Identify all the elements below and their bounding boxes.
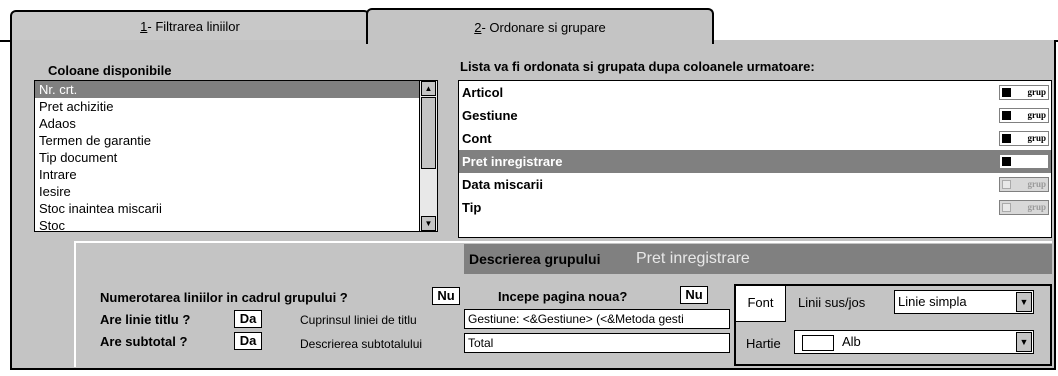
group-toggle-label: grup — [1027, 156, 1046, 166]
list-item[interactable]: Nr. crt. — [35, 81, 419, 98]
ordered-columns-grid[interactable]: Articol grup Gestiune grup Cont grup Pret inre… — [458, 80, 1052, 238]
list-item[interactable]: Termen de garantie — [35, 132, 419, 149]
chevron-down-icon[interactable]: ▼ — [1016, 332, 1032, 352]
tab-number: 1 — [140, 18, 148, 34]
subtotal-desc-label: Descrierea subtotalului — [300, 337, 423, 351]
list-item[interactable]: Intrare — [35, 166, 419, 183]
new-page-question: Incepe pagina noua? — [498, 289, 628, 304]
list-item[interactable]: Pret achizitie — [35, 98, 419, 115]
subtotal-toggle[interactable]: Da — [234, 332, 262, 350]
group-toggle-label: grup — [1027, 202, 1046, 212]
grid-row[interactable]: Articol grup — [459, 81, 1051, 104]
tab-number: 2 — [474, 19, 482, 35]
lines-select-value: Linie simpla — [898, 294, 967, 309]
title-content-label: Cuprinsul liniei de titlu — [300, 313, 417, 327]
group-toggle-label: grup — [1027, 110, 1046, 120]
tab-bar: 1 - Filtrarea liniilor 2 - Ordonare si g… — [0, 0, 1058, 44]
title-line-toggle[interactable]: Da — [234, 310, 262, 328]
paper-select-value: Alb — [842, 334, 861, 349]
grid-row[interactable]: Cont grup — [459, 127, 1051, 150]
grid-row[interactable]: Tip grup — [459, 196, 1051, 219]
color-swatch — [802, 334, 834, 351]
tab-filtrarea-liniilor[interactable]: 1 - Filtrarea liniilor — [10, 10, 370, 40]
title-line-question: Are linie titlu ? — [100, 312, 191, 327]
grid-row-label: Articol — [462, 85, 504, 100]
list-item[interactable]: Tip document — [35, 149, 419, 166]
grid-row-label: Gestiune — [462, 108, 518, 123]
group-toggle-button[interactable]: grup — [999, 154, 1049, 169]
subtotal-question: Are subtotal ? — [100, 334, 188, 349]
ordered-columns-title: Lista va fi ordonata si grupata dupa col… — [460, 59, 815, 74]
grid-row[interactable]: Gestiune grup — [459, 104, 1051, 127]
paper-select[interactable]: Alb ▼ — [794, 330, 1034, 354]
grid-row-label: Tip — [462, 200, 482, 215]
tab-ordonare-si-grupare[interactable]: 2 - Ordonare si grupare — [366, 8, 714, 44]
group-description-header: Descrierea grupului Pret inregistrare — [464, 244, 1052, 274]
group-square-icon — [1002, 180, 1011, 189]
formatting-panel: Font Linii sus/jos Linie simpla ▼ Hartie… — [734, 284, 1052, 366]
lines-label: Linii sus/jos — [798, 295, 866, 310]
group-toggle-button[interactable]: grup — [999, 108, 1049, 123]
scroll-down-icon[interactable]: ▼ — [421, 216, 436, 231]
grid-row-label: Data miscarii — [462, 177, 543, 192]
group-square-icon — [1002, 134, 1011, 143]
group-toggle-button[interactable]: grup — [999, 177, 1049, 192]
grid-row-label: Cont — [462, 131, 492, 146]
group-toggle-button[interactable]: grup — [999, 200, 1049, 215]
list-item[interactable]: Stoc — [35, 217, 419, 231]
lines-select[interactable]: Linie simpla ▼ — [894, 290, 1034, 314]
scroll-thumb[interactable] — [421, 97, 436, 169]
group-square-icon — [1002, 203, 1011, 212]
group-toggle-label: grup — [1027, 133, 1046, 143]
available-columns-title: Coloane disponibile — [48, 63, 172, 78]
subtotal-desc-field[interactable]: Total — [464, 333, 730, 353]
numbering-toggle[interactable]: Nu — [432, 287, 460, 305]
list-item[interactable]: Stoc inaintea miscarii — [35, 200, 419, 217]
group-square-icon — [1002, 111, 1011, 120]
group-square-icon — [1002, 88, 1011, 97]
list-item[interactable]: Adaos — [35, 115, 419, 132]
chevron-down-icon[interactable]: ▼ — [1016, 292, 1032, 312]
grid-row[interactable]: Pret inregistrare grup — [459, 150, 1051, 173]
tab-label: - Ordonare si grupare — [481, 19, 606, 35]
scroll-up-icon[interactable]: ▲ — [421, 81, 436, 96]
tab-label: - Filtrarea liniilor — [147, 18, 240, 34]
list-scrollbar[interactable]: ▲ ▼ — [419, 81, 437, 231]
group-toggle-label: grup — [1027, 87, 1046, 97]
paper-label: Hartie — [746, 336, 781, 351]
grid-row[interactable]: Data miscarii grup — [459, 173, 1051, 196]
new-page-toggle[interactable]: Nu — [680, 286, 708, 304]
group-toggle-label: grup — [1027, 179, 1046, 189]
grid-row-label: Pret inregistrare — [462, 154, 563, 169]
title-content-field[interactable]: Gestiune: <&Gestiune> (<&Metoda gesti — [464, 309, 730, 329]
report-config-window: 1 - Filtrarea liniilor 2 - Ordonare si g… — [0, 0, 1058, 376]
group-toggle-button[interactable]: grup — [999, 85, 1049, 100]
group-description-value: Pret inregistrare — [636, 250, 750, 267]
tab-font[interactable]: Font — [736, 286, 786, 322]
group-description-label: Descrierea grupului — [469, 251, 601, 267]
group-toggle-button[interactable]: grup — [999, 131, 1049, 146]
list-item[interactable]: Iesire — [35, 183, 419, 200]
available-columns-list[interactable]: Nr. crt. Pret achizitie Adaos Termen de gar… — [34, 80, 438, 232]
group-square-icon — [1002, 157, 1011, 166]
numbering-question: Numerotarea liniilor in cadrul grupului … — [100, 290, 348, 305]
